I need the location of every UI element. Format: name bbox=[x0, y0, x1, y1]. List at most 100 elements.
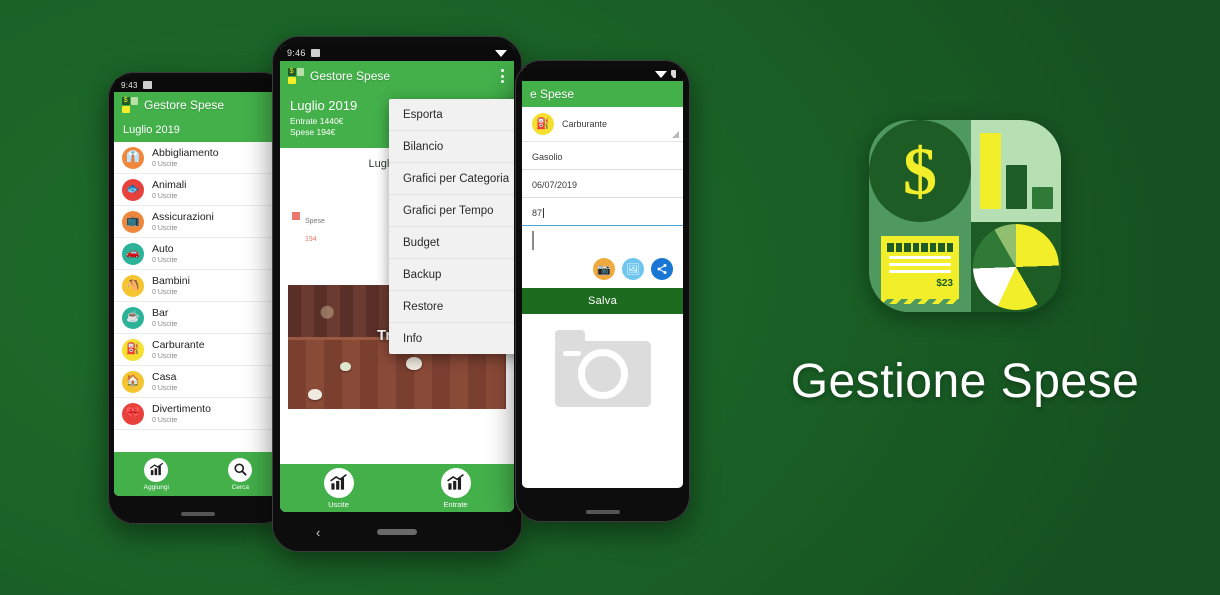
nav-item-entrate[interactable]: Entrate bbox=[440, 467, 471, 509]
category-count: 0 Uscite bbox=[152, 192, 178, 200]
logo-receipt-quadrant: $23 bbox=[869, 222, 971, 312]
photo-preview-area[interactable] bbox=[522, 314, 683, 434]
legend-value: 194 bbox=[305, 235, 317, 243]
menu-item[interactable]: Backup bbox=[389, 259, 514, 291]
menu-item[interactable]: Bilancio bbox=[389, 131, 514, 163]
dollar-quadrant-icon: $ bbox=[122, 97, 130, 105]
category-name: Bambini bbox=[152, 275, 190, 288]
description-value: Gasolio bbox=[532, 152, 563, 162]
category-row[interactable]: 📺 Assicurazioni 0 Uscite bbox=[114, 206, 282, 238]
description-field[interactable]: Gasolio bbox=[522, 142, 683, 170]
phone-right: e Spese ⛽ Carburante Gasolio 06/07/2019 … bbox=[515, 60, 690, 522]
dollar-icon: $ bbox=[869, 120, 971, 222]
category-row[interactable]: ☕ Bar 0 Uscite bbox=[114, 302, 282, 334]
category-count: 0 Uscite bbox=[152, 416, 178, 424]
date-value: 06/07/2019 bbox=[532, 180, 578, 190]
app-logo: $ $23 bbox=[869, 120, 1061, 312]
category-count: 0 Uscite bbox=[152, 256, 178, 264]
phone-right-screen: e Spese ⛽ Carburante Gasolio 06/07/2019 … bbox=[522, 67, 683, 488]
logo-dollar-quadrant: $ bbox=[869, 120, 971, 222]
menu-item[interactable]: Grafici per Categoria bbox=[389, 163, 514, 195]
chart-legend: Spese 194 bbox=[292, 210, 325, 246]
category-list[interactable]: 👔 Abbigliamento 0 Uscite 🐟 Animali 0 Uscite 📺 A… bbox=[114, 142, 282, 430]
wifi-icon bbox=[655, 70, 667, 78]
menu-item[interactable]: Esporta bbox=[389, 99, 514, 131]
home-indicator bbox=[585, 510, 620, 514]
dollar-quadrant-icon: $ bbox=[288, 68, 296, 76]
search-icon bbox=[228, 457, 253, 482]
category-row[interactable]: 🎀 Divertimento 0 Uscite bbox=[114, 398, 282, 430]
attachment-actions: 📷 🖼 bbox=[522, 254, 683, 288]
overflow-menu[interactable]: Esporta Bilancio Grafici per Categoria Graf… bbox=[389, 99, 514, 354]
status-icons bbox=[495, 49, 507, 57]
home-indicator[interactable] bbox=[377, 529, 417, 535]
category-count: 0 Uscite bbox=[152, 352, 178, 360]
nav-item-uscite[interactable]: Uscite bbox=[323, 467, 354, 509]
category-icon: ⛽ bbox=[122, 338, 144, 361]
home-indicator bbox=[181, 512, 215, 516]
nav-item-aggiungi[interactable]: Aggiungi bbox=[144, 457, 169, 491]
menu-item[interactable]: Grafici per Tempo bbox=[389, 195, 514, 227]
menu-item[interactable]: Info bbox=[389, 323, 514, 354]
app-title: Gestore Spese bbox=[310, 69, 391, 83]
dollar-glyph: $ bbox=[903, 133, 937, 209]
category-icon: 🎀 bbox=[122, 402, 144, 425]
text-caret bbox=[543, 208, 545, 218]
pie-quadrant-icon bbox=[296, 76, 304, 84]
category-row[interactable]: 🏠 Casa 0 Uscite bbox=[114, 366, 282, 398]
category-row[interactable]: 🚗 Auto 0 Uscite bbox=[114, 238, 282, 270]
chart-up-icon bbox=[144, 457, 169, 482]
amount-field[interactable]: 87 bbox=[522, 198, 683, 226]
share-button[interactable] bbox=[651, 258, 673, 280]
phone-left-screen: 9:43 $ Gestore Spese Luglio 2019 👔 Abbigl… bbox=[114, 78, 282, 496]
chart-up-icon bbox=[323, 467, 354, 498]
category-row[interactable]: 🐴 Bambini 0 Uscite bbox=[114, 270, 282, 302]
app-bar: $ Gestore Spese bbox=[280, 61, 514, 91]
overflow-menu-button[interactable] bbox=[499, 65, 506, 87]
category-value: Carburante bbox=[562, 119, 608, 129]
menu-item[interactable]: Restore bbox=[389, 291, 514, 323]
category-row[interactable]: ⛽ Carburante 0 Uscite bbox=[114, 334, 282, 366]
nav-item-cerca[interactable]: Cerca bbox=[228, 457, 253, 491]
recurring-checkbox-row[interactable] bbox=[522, 226, 683, 254]
save-button[interactable]: Salva bbox=[522, 288, 683, 314]
ad-object bbox=[307, 389, 322, 401]
status-bar: 9:46 bbox=[280, 45, 514, 61]
promo-banner: 9:43 $ Gestore Spese Luglio 2019 👔 Abbigl… bbox=[0, 0, 1220, 595]
month-selector[interactable]: Luglio 2019 bbox=[114, 118, 282, 142]
menu-item[interactable]: Budget bbox=[389, 227, 514, 259]
camera-placeholder-icon bbox=[554, 330, 651, 407]
gallery-button[interactable]: 🖼 bbox=[622, 258, 644, 280]
amount-value: 87 bbox=[532, 208, 543, 218]
category-icon: 🚗 bbox=[122, 242, 144, 265]
image-icon bbox=[142, 81, 152, 89]
receipt-quadrant-icon bbox=[288, 76, 296, 84]
app-bar: e Spese bbox=[522, 81, 683, 107]
chart-quadrant-icon bbox=[296, 68, 304, 76]
category-name: Bar bbox=[152, 307, 169, 320]
image-icon bbox=[310, 49, 320, 57]
category-icon: 🏠 bbox=[122, 370, 144, 393]
phone-center-screen: 9:46 $ Gestore Spese Luglio 2019 Entrate… bbox=[280, 45, 514, 512]
category-row[interactable]: 🐟 Animali 0 Uscite bbox=[114, 174, 282, 206]
chart-up-icon bbox=[440, 467, 471, 498]
category-count: 0 Uscite bbox=[152, 288, 178, 296]
fuel-icon: ⛽ bbox=[532, 113, 554, 135]
category-count: 0 Uscite bbox=[152, 320, 178, 328]
category-row[interactable]: 👔 Abbigliamento 0 Uscite bbox=[114, 142, 282, 174]
status-time: 9:43 bbox=[121, 80, 138, 90]
category-spinner[interactable]: ⛽ Carburante bbox=[522, 107, 683, 142]
camera-button[interactable]: 📷 bbox=[593, 258, 615, 280]
phone-left: 9:43 $ Gestore Spese Luglio 2019 👔 Abbigl… bbox=[108, 72, 288, 524]
logo-bar-chart-quadrant bbox=[971, 120, 1061, 222]
status-bar bbox=[522, 67, 683, 81]
month-label: Luglio 2019 bbox=[123, 124, 180, 136]
status-time: 9:46 bbox=[287, 48, 306, 58]
date-field[interactable]: 06/07/2019 bbox=[522, 170, 683, 198]
chevron-down-icon bbox=[672, 131, 679, 138]
save-label: Salva bbox=[587, 295, 618, 307]
ad-object bbox=[405, 356, 422, 370]
category-icon: 📺 bbox=[122, 210, 144, 233]
back-button[interactable]: ‹ bbox=[316, 525, 320, 540]
recurring-checkbox[interactable] bbox=[532, 231, 534, 250]
